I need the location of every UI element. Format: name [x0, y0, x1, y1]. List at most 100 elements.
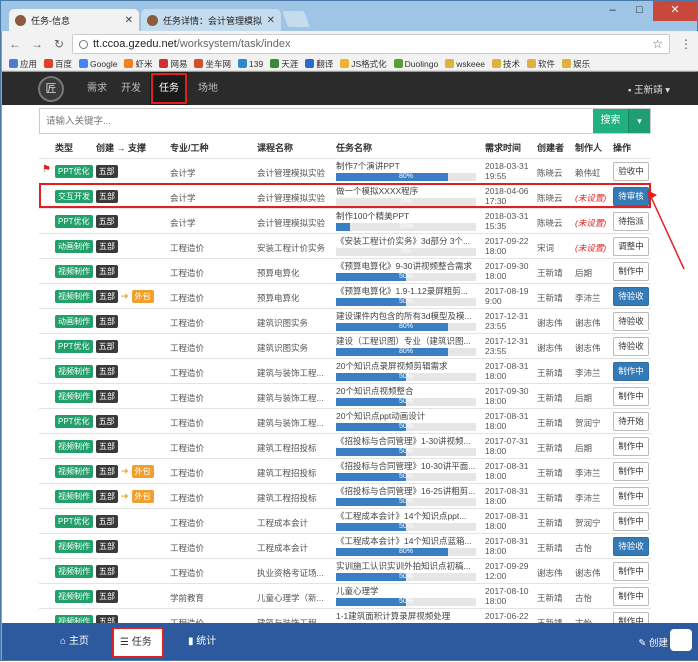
bookmark-item[interactable]: 虾米	[124, 58, 152, 70]
creator-cell: 陈晓云	[537, 218, 563, 228]
action-button[interactable]: 验收中	[613, 162, 649, 181]
task-name[interactable]: 《招投标与合同管理》10-30讲平面...	[336, 460, 478, 472]
table-row[interactable]: 视频制作 五部 工程造价 工程成本会计 《工程成本会计》14个知识点蓝箱... 80% 20…	[39, 533, 651, 558]
dept-badge: 五部	[96, 490, 118, 503]
action-button[interactable]: 制作中	[613, 487, 649, 506]
bookmark-item[interactable]: 网易	[159, 58, 187, 70]
table-row[interactable]: 视频制作 五部 工程造价 建筑工程招投标 《招投标与合同管理》1-30讲视频... 50%…	[39, 433, 651, 458]
bookmark-item[interactable]: 应用	[9, 58, 37, 70]
close-tab-icon[interactable]: ✕	[267, 15, 275, 26]
search-input[interactable]	[40, 109, 593, 133]
task-name[interactable]: 《预算电算化》9-30讲视频整合需求	[336, 260, 478, 272]
action-button[interactable]: 制作中	[613, 262, 649, 281]
action-button[interactable]: 待审核	[613, 187, 649, 206]
task-name[interactable]: 做一个模拟XXXX程序	[336, 185, 478, 197]
table-row[interactable]: 视频制作 五部 工程造价 执业资格考证场... 实训施工认识实训外拍知识点初稿... 50…	[39, 558, 651, 583]
task-name[interactable]: 制作7个演讲PPT	[336, 160, 478, 172]
table-row[interactable]: 视频制作 五部 工程造价 预算电算化 《预算电算化》9-30讲视频整合需求 50% 2017…	[39, 258, 651, 283]
task-name[interactable]: 《工程成本会计》14个知识点ppt...	[336, 510, 478, 522]
table-row[interactable]: 视频制作 五部 学前教育 儿童心理学（新... 儿童心理学 50% 2017-08-10 18…	[39, 583, 651, 608]
table-row[interactable]: PPT优化 五部 工程造价 工程成本会计 《工程成本会计》14个知识点ppt... 50%…	[39, 508, 651, 533]
app-logo[interactable]: 匠	[38, 76, 64, 102]
task-name[interactable]: 儿童心理学	[336, 585, 478, 597]
table-row[interactable]: PPT优化 五部 工程造价 建筑识图实务 建设（工程识图）专业（建筑识图... 80% 20…	[39, 333, 651, 358]
bookmark-item[interactable]: Duolingo	[393, 59, 438, 69]
action-button[interactable]: 待验收	[613, 312, 649, 331]
table-row[interactable]: 视频制作 五部 工程造价 建筑与装饰工程... 20个知识点录屏视频剪辑需求 50% 201…	[39, 358, 651, 383]
address-bar[interactable]: tt.ccoa.gzedu.net/worksystem/task/index …	[72, 34, 670, 54]
task-name[interactable]: 20个知识点ppt动画设计	[336, 410, 478, 422]
table-row[interactable]: 动画制作 五部 工程造价 建筑识图实务 建设课件内包含的所有3d模型及模... 80% 20…	[39, 308, 651, 333]
bookmark-item[interactable]: 天涯	[270, 58, 298, 70]
table-row[interactable]: 动画制作 五部 工程造价 安装工程计价实务 《安装工程计价实务》3d部分 3个... 0%…	[39, 233, 651, 258]
bookmark-item[interactable]: 百度	[44, 58, 72, 70]
action-button[interactable]: 制作中	[613, 362, 649, 381]
search-dropdown-icon[interactable]: ▾	[628, 109, 650, 133]
maximize-icon[interactable]: □	[626, 1, 653, 21]
table-row[interactable]: 视频制作 五部 ➜ 外包 工程造价 预算电算化 《预算电算化》1.9-1.12录屏粗剪...…	[39, 283, 651, 308]
close-window-icon[interactable]: ✕	[653, 1, 697, 21]
bookmark-item[interactable]: JS格式化	[340, 58, 387, 70]
task-name[interactable]: 1-1建筑面积计算录屏视频处理	[336, 610, 478, 622]
user-menu[interactable]: ▪ 王新靖 ▾	[628, 82, 670, 96]
search-button[interactable]: 搜索	[593, 109, 628, 133]
bookmark-item[interactable]: 翻译	[305, 58, 333, 70]
action-button[interactable]: 制作中	[613, 387, 649, 406]
task-name[interactable]: 20个知识点视频整合	[336, 385, 478, 397]
task-name[interactable]: 建设课件内包含的所有3d模型及模...	[336, 310, 478, 322]
nav-item-venue[interactable]: 场地	[190, 72, 226, 105]
browser-menu-icon[interactable]: ⋮	[680, 37, 692, 51]
action-button[interactable]: 制作中	[613, 462, 649, 481]
bookmark-item[interactable]: Google	[79, 59, 117, 69]
bookmark-item[interactable]: 坐车网	[194, 58, 231, 70]
task-name[interactable]: 《安装工程计价实务》3d部分 3个...	[336, 235, 478, 247]
action-button[interactable]: 制作中	[613, 512, 649, 531]
bottom-task-button[interactable]: ☰ 任务	[112, 627, 164, 658]
table-row[interactable]: ⚑ PPT优化 五部 会计学 会计管理模拟实验 制作7个演讲PPT 80% 2018-03-3…	[39, 158, 651, 183]
action-button[interactable]: 制作中	[613, 437, 649, 456]
table-row[interactable]: 视频制作 五部 ➜ 外包 工程造价 建筑工程招投标 《招投标与合同管理》16-25讲粗剪..…	[39, 483, 651, 508]
action-button[interactable]: 制作中	[613, 587, 649, 606]
nav-item-task[interactable]: 任务	[150, 72, 188, 105]
task-name[interactable]: 《预算电算化》1.9-1.12录屏粗剪...	[336, 285, 478, 297]
table-row[interactable]: 交互开发 五部 会计学 会计管理模拟实验 做一个模拟XXXX程序 0% 2018-04-06…	[39, 183, 651, 208]
task-name[interactable]: 《招投标与合同管理》1-30讲视频...	[336, 435, 478, 447]
info-icon[interactable]	[79, 39, 88, 49]
new-tab-button[interactable]	[282, 11, 310, 27]
table-row[interactable]: PPT优化 五部 会计学 会计管理模拟实验 制作100个精美PPT 10% 2018-03-…	[39, 208, 651, 233]
action-button[interactable]: 待验收	[613, 337, 649, 356]
tab-task-detail[interactable]: 任务详情：会计管理模拟... ✕	[141, 9, 281, 31]
minimize-icon[interactable]: –	[599, 1, 626, 21]
bookmark-item[interactable]: 技术	[492, 58, 520, 70]
action-button[interactable]: 待指派	[613, 212, 649, 231]
reload-icon[interactable]: ↻	[50, 37, 68, 51]
table-row[interactable]: 视频制作 五部 工程造价 建筑与装饰工程... 20个知识点视频整合 50% 2017-09…	[39, 383, 651, 408]
forward-icon[interactable]: →	[28, 37, 46, 51]
close-tab-icon[interactable]: ✕	[125, 15, 133, 26]
task-name[interactable]: 《工程成本会计》14个知识点蓝箱...	[336, 535, 478, 547]
tab-task-info[interactable]: 任务-信息 ✕	[9, 9, 139, 31]
back-icon[interactable]: ←	[6, 37, 24, 51]
bookmark-item[interactable]: 139	[238, 59, 263, 69]
bookmark-item[interactable]: 娱乐	[562, 58, 590, 70]
task-name[interactable]: 20个知识点录屏视频剪辑需求	[336, 360, 478, 372]
nav-item-demand[interactable]: 需求	[80, 72, 114, 105]
table-row[interactable]: 视频制作 五部 ➜ 外包 工程造价 建筑工程招投标 《招投标与合同管理》10-30讲平面..…	[39, 458, 651, 483]
nav-item-develop[interactable]: 开发	[114, 72, 148, 105]
bottom-stats-button[interactable]: ▮ 统计	[182, 623, 216, 660]
bottom-home-button[interactable]: ⌂ 主页	[54, 623, 89, 660]
action-button[interactable]: 调整中	[613, 237, 649, 256]
bookmark-star-icon[interactable]: ☆	[652, 37, 663, 51]
bookmark-item[interactable]: 软件	[527, 58, 555, 70]
task-name[interactable]: 实训施工认识实训外拍知识点初稿...	[336, 560, 478, 572]
bookmark-item[interactable]: wskeee	[445, 59, 485, 69]
task-name[interactable]: 制作100个精美PPT	[336, 210, 478, 222]
action-button[interactable]: 制作中	[613, 562, 649, 581]
task-name[interactable]: 《招投标与合同管理》16-25讲粗剪...	[336, 485, 478, 497]
bottom-create-button[interactable]: ✎ 创建	[638, 635, 668, 649]
action-button[interactable]: 待验收	[613, 537, 649, 556]
action-button[interactable]: 待开始	[613, 412, 649, 431]
action-button[interactable]: 待验收	[613, 287, 649, 306]
task-name[interactable]: 建设（工程识图）专业（建筑识图...	[336, 335, 478, 347]
table-row[interactable]: PPT优化 五部 工程造价 建筑与装饰工程... 20个知识点ppt动画设计 50% 201…	[39, 408, 651, 433]
